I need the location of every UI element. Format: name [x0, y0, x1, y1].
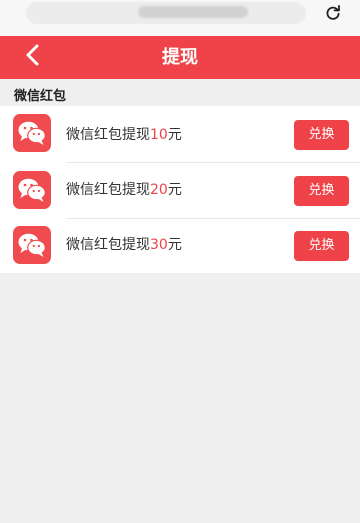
item-title: 微信红包提现	[66, 127, 150, 143]
item-amount: 20	[150, 182, 168, 198]
list-item: 微信红包提现30元 兑换	[0, 219, 360, 274]
page-title: 提现	[162, 47, 198, 68]
section-title: 微信红包	[14, 89, 67, 104]
list-item: 微信红包提现20元 兑换	[0, 163, 360, 218]
item-unit: 元	[167, 182, 182, 198]
item-amount: 10	[150, 127, 168, 143]
wechat-icon	[13, 114, 51, 152]
app-header: 提现	[0, 36, 360, 79]
url-field[interactable]	[26, 2, 306, 24]
list-item: 微信红包提现10元 兑换	[0, 106, 360, 161]
item-title: 微信红包提现	[66, 237, 150, 253]
refresh-icon[interactable]	[320, 0, 346, 26]
url-text	[138, 6, 248, 18]
item-label: 微信红包提现10元	[66, 126, 182, 144]
item-amount: 30	[150, 237, 168, 253]
chevron-left-icon	[24, 44, 42, 70]
redeem-button[interactable]: 兑换	[294, 120, 349, 150]
browser-address-bar	[0, 0, 360, 36]
item-label: 微信红包提现30元	[66, 236, 182, 254]
item-unit: 元	[167, 237, 182, 253]
back-button[interactable]	[18, 42, 48, 72]
item-label: 微信红包提现20元	[66, 181, 182, 199]
redeem-list: 微信红包提现10元 兑换 微信红包提现20元 兑换 微信红包提现30元 兑换	[0, 106, 360, 273]
redeem-button[interactable]: 兑换	[294, 231, 349, 261]
item-title: 微信红包提现	[66, 182, 150, 198]
redeem-button[interactable]: 兑换	[294, 176, 349, 206]
wechat-icon	[13, 171, 51, 209]
wechat-icon	[13, 226, 51, 264]
item-unit: 元	[167, 127, 182, 143]
